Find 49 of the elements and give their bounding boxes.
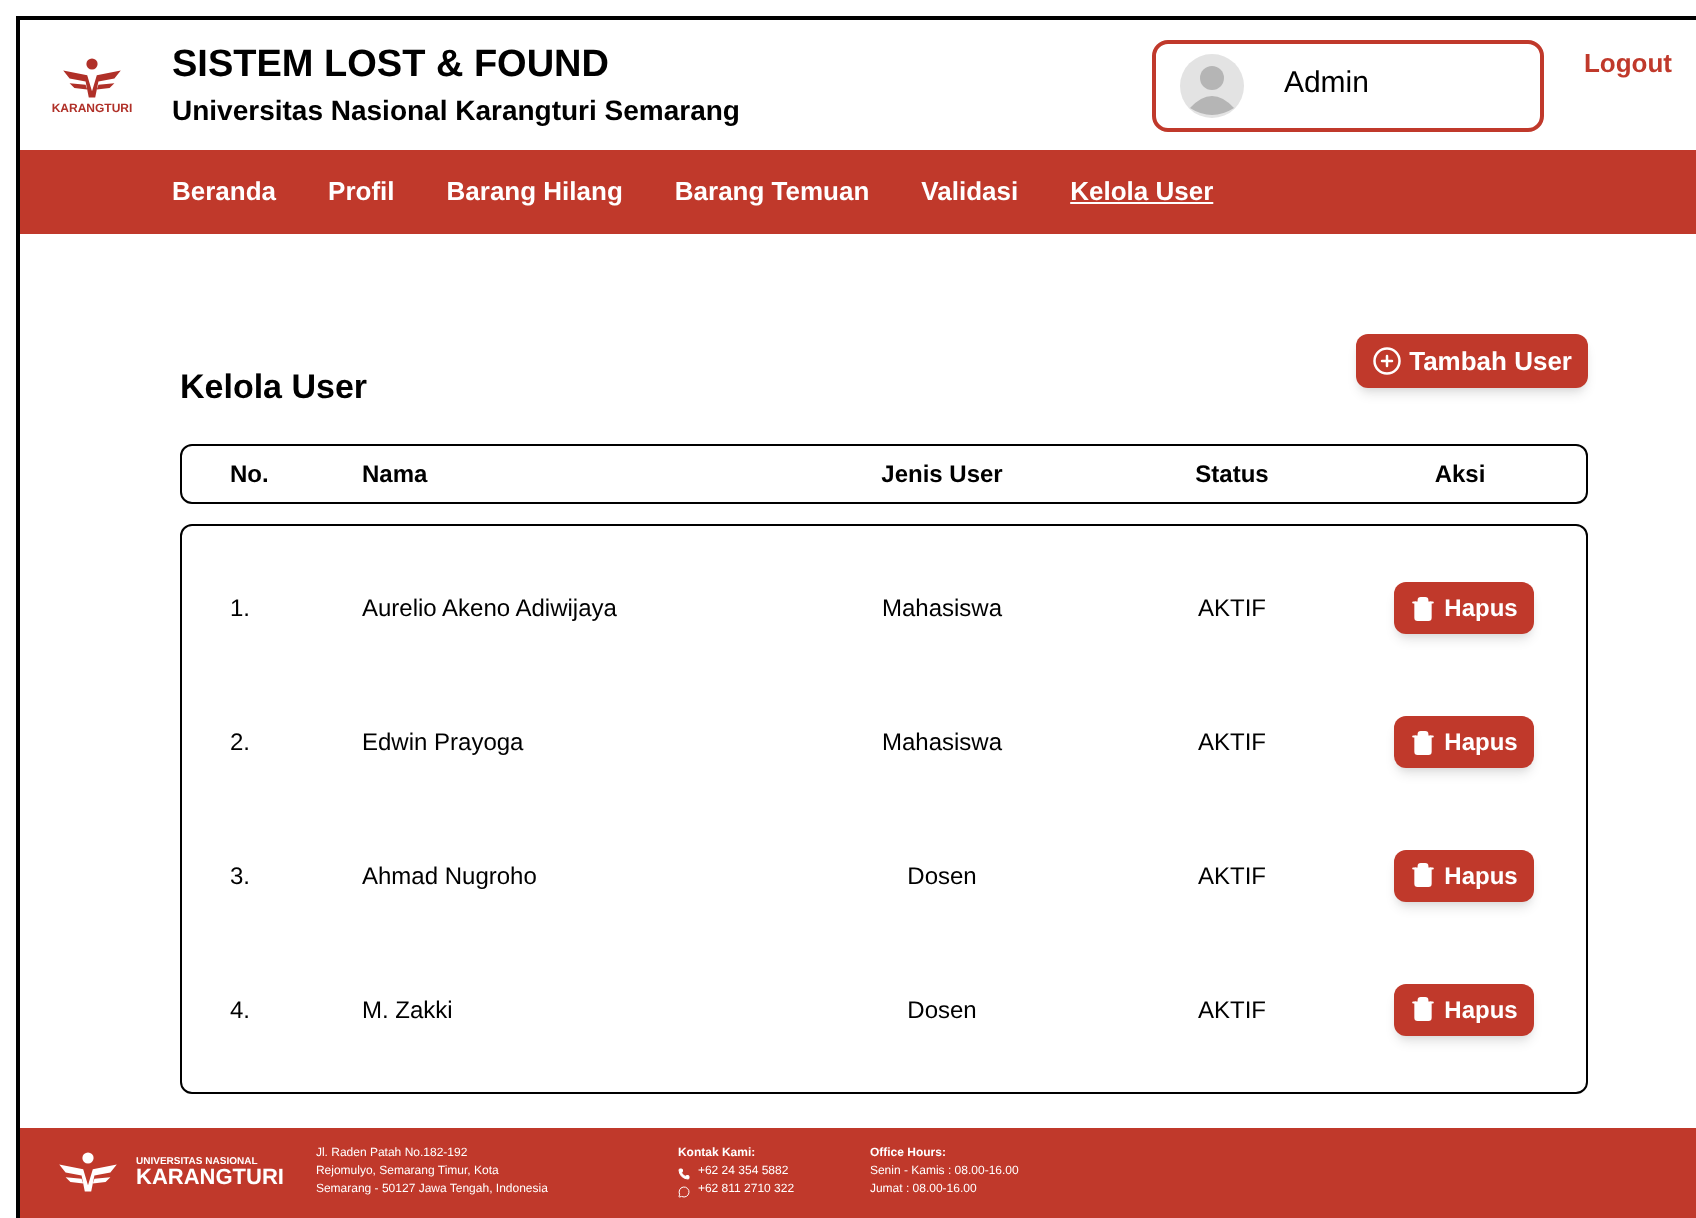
table-cell-text: Aurelio Akeno Adiwijaya	[362, 592, 619, 627]
nav-link[interactable]: Barang Hilang	[446, 172, 623, 212]
table-cell-text: 2.	[228, 726, 253, 761]
table-cell-text: 1.	[228, 592, 253, 627]
phone-icon	[677, 1167, 690, 1179]
column-header: Jenis User	[879, 458, 1005, 492]
trash-icon	[1410, 595, 1437, 622]
delete-button[interactable]: Hapus	[1394, 582, 1534, 635]
trash-icon	[1410, 862, 1437, 889]
user-card[interactable]: Admin	[1151, 39, 1544, 131]
table-cell-text: Edwin Prayoga	[362, 726, 526, 761]
footer-logo-icon	[56, 1149, 120, 1197]
delete-button[interactable]: Hapus	[1394, 983, 1534, 1036]
chat-icon	[677, 1185, 690, 1197]
nav-link[interactable]: Barang Temuan	[674, 172, 870, 212]
logo-icon	[60, 55, 124, 103]
plus-icon	[1371, 346, 1402, 376]
page-title: Kelola User	[180, 365, 368, 409]
footer-logo-bottom: KARANGTURI	[136, 1167, 284, 1189]
table-cell-text: 3.	[228, 859, 253, 894]
table-cell-text: AKTIF	[1195, 993, 1268, 1028]
table-cell-text: AKTIF	[1195, 592, 1268, 627]
logout-link[interactable]: Logout	[1583, 44, 1672, 83]
nav-link[interactable]: Validasi	[921, 172, 1019, 212]
table-cell-text: AKTIF	[1195, 859, 1268, 894]
nav-link[interactable]: Profil	[328, 172, 395, 212]
app-title: SISTEM LOST & FOUND	[172, 41, 611, 89]
add-user-button[interactable]: Tambah User	[1355, 334, 1588, 388]
user-name: Admin	[1283, 64, 1369, 105]
table-cell-text: Mahasiswa	[879, 592, 1005, 627]
nav-link[interactable]: Beranda	[172, 172, 277, 212]
column-header: Aksi	[1432, 458, 1488, 492]
table-cell-text: Ahmad Nugroho	[362, 859, 539, 894]
table-cell-text: AKTIF	[1195, 726, 1268, 761]
avatar-icon	[1179, 53, 1244, 117]
trash-icon	[1410, 996, 1437, 1023]
table-cell-text: 4.	[228, 993, 253, 1028]
table-cell-text: M. Zakki	[362, 993, 455, 1028]
column-header: Status	[1193, 458, 1271, 492]
nav-link[interactable]: Kelola User	[1070, 172, 1214, 212]
delete-button[interactable]: Hapus	[1394, 849, 1534, 902]
table-cell-text: Dosen	[905, 859, 979, 894]
column-header: No.	[228, 458, 271, 492]
table-cell-text: Dosen	[905, 993, 979, 1028]
app-subtitle: Universitas Nasional Karangturi Semarang	[172, 91, 740, 129]
table-cell-text: Mahasiswa	[879, 726, 1005, 761]
trash-icon	[1410, 729, 1437, 756]
delete-button[interactable]: Hapus	[1394, 716, 1534, 769]
column-header: Nama	[362, 458, 430, 492]
